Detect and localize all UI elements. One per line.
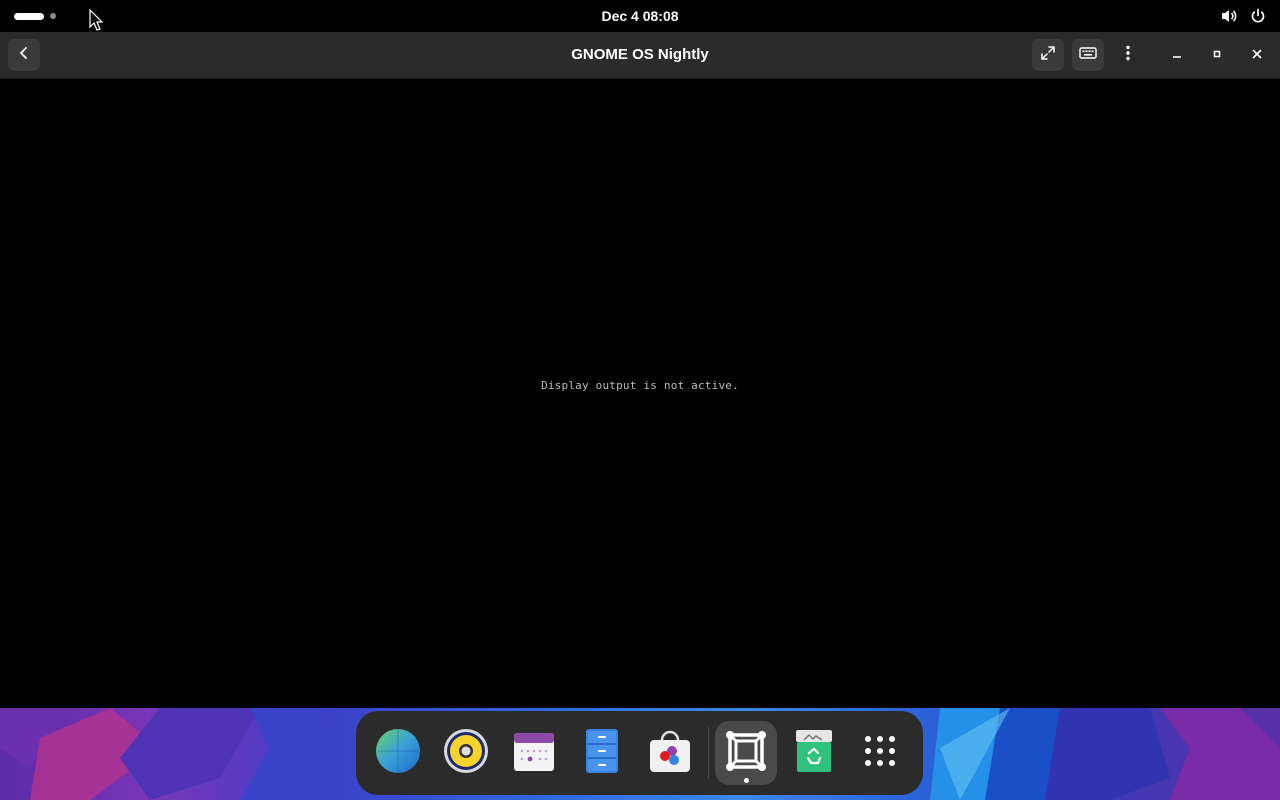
boxes-icon <box>723 728 769 779</box>
top-bar: Dec 4 08:08 <box>0 0 1280 32</box>
clock[interactable]: Dec 4 08:08 <box>540 0 740 32</box>
dock-item-trash[interactable] <box>783 721 845 785</box>
fullscreen-icon <box>1040 45 1056 66</box>
dash <box>356 711 923 795</box>
dock-separator <box>708 727 709 779</box>
minimize-button[interactable] <box>1165 43 1189 67</box>
dock-item-boxes[interactable] <box>715 721 777 785</box>
main-menu-button[interactable] <box>1112 39 1144 71</box>
trash-icon <box>794 728 834 779</box>
keyboard-button[interactable] <box>1072 39 1104 71</box>
running-indicator <box>743 778 749 783</box>
display-status-message: Display output is not active. <box>541 379 739 392</box>
window-header: GNOME OS Nightly <box>0 32 1280 79</box>
system-menu[interactable] <box>1220 6 1266 26</box>
app-grid-icon <box>863 734 897 773</box>
maximize-button[interactable] <box>1205 43 1229 67</box>
fullscreen-button[interactable] <box>1032 39 1064 71</box>
dock-item-app-grid[interactable] <box>849 721 911 785</box>
files-icon <box>582 728 622 779</box>
workspace-active-indicator <box>14 12 44 20</box>
rhythmbox-icon <box>442 727 490 780</box>
dock-item-software[interactable] <box>639 721 701 785</box>
dock-item-calendar[interactable] <box>503 721 565 785</box>
vm-display[interactable]: Display output is not active. <box>0 79 1280 708</box>
close-icon <box>1252 46 1262 64</box>
dock-item-web[interactable] <box>367 721 429 785</box>
calendar-icon <box>512 729 556 778</box>
menu-icon <box>1126 45 1130 66</box>
power-icon <box>1250 8 1266 24</box>
dock-item-music[interactable] <box>435 721 497 785</box>
volume-icon <box>1220 8 1238 24</box>
keyboard-icon <box>1079 46 1097 65</box>
software-icon <box>647 728 693 779</box>
close-button[interactable] <box>1245 43 1269 67</box>
activities-button[interactable] <box>8 6 74 26</box>
workspace-inactive-indicator <box>50 13 56 19</box>
minimize-icon <box>1172 46 1182 64</box>
maximize-icon <box>1212 46 1222 64</box>
web-browser-icon <box>374 727 422 780</box>
dock-item-files[interactable] <box>571 721 633 785</box>
